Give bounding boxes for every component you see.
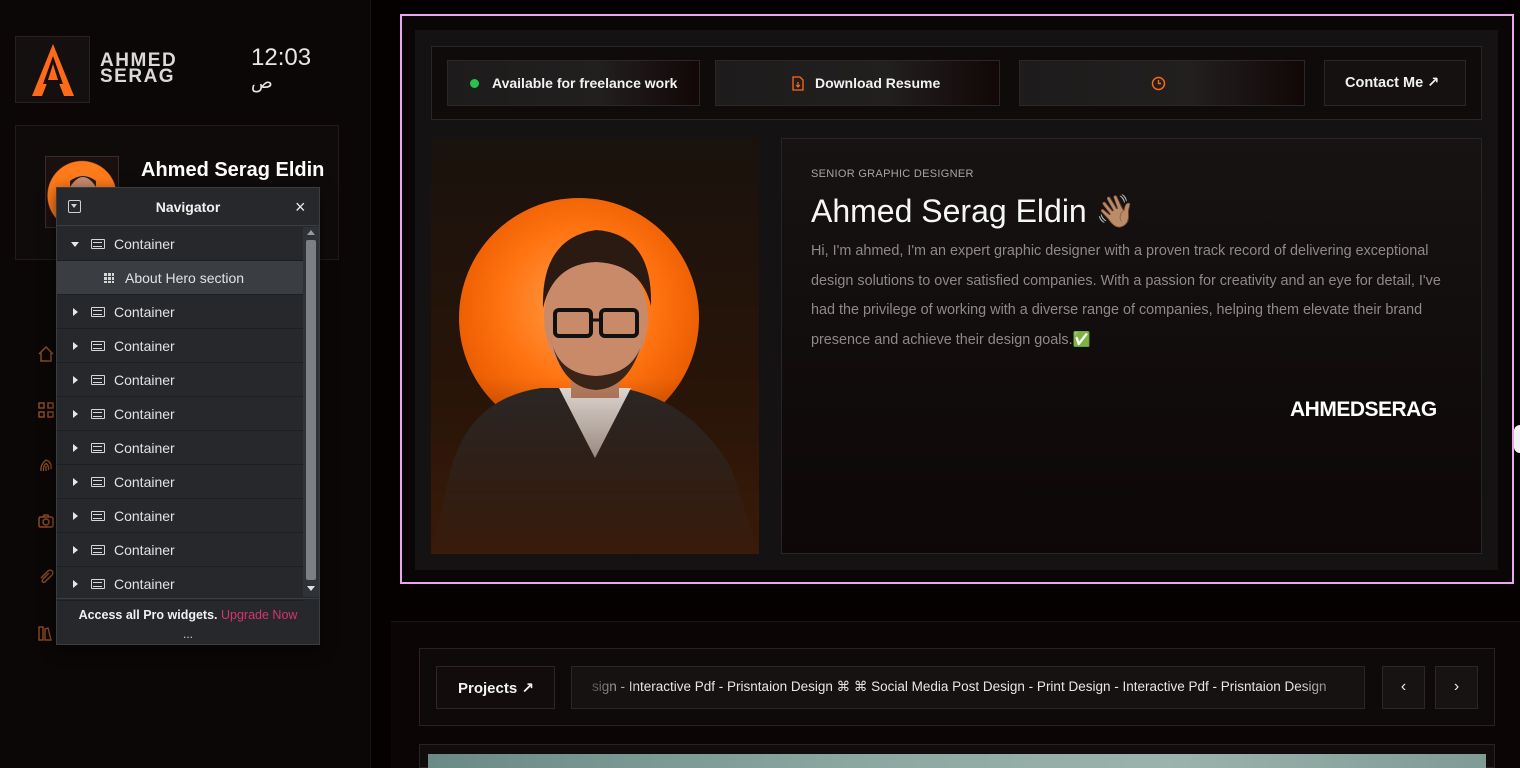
chevron-right-icon[interactable]: [73, 308, 78, 316]
container-icon: [91, 307, 105, 317]
fingerprint-icon[interactable]: [36, 455, 56, 475]
container-icon: [91, 375, 105, 385]
chevron-right-icon[interactable]: [73, 478, 78, 486]
container-icon: [91, 443, 105, 453]
nav-row-label: Container: [114, 406, 175, 422]
grid-icon[interactable]: [36, 400, 56, 420]
nav-row-label: Container: [114, 508, 175, 524]
profile-name: Ahmed Serag Eldin: [141, 159, 325, 181]
status-dot: [470, 79, 479, 88]
nav-row-container[interactable]: Container: [57, 397, 303, 431]
download-resume-button[interactable]: Download Resume: [715, 60, 1000, 106]
marquee-fade-right: [1294, 667, 1364, 708]
chevron-right-icon[interactable]: [73, 444, 78, 452]
logo-mark-icon: [31, 43, 74, 96]
contact-me-label: Contact Me ↗: [1345, 75, 1440, 91]
marquee-text: sign - Interactive Pdf - Prisntaion Desi…: [592, 679, 1327, 694]
navigator-panel: Navigator × Container About Hero section…: [56, 187, 320, 645]
next-button[interactable]: ›: [1435, 666, 1478, 709]
role-label: SENIOR GRAPHIC DESIGNER: [811, 168, 974, 180]
availability-text: Available for freelance work: [492, 75, 678, 91]
nav-row-about-hero[interactable]: About Hero section: [57, 261, 303, 295]
close-icon[interactable]: ×: [295, 197, 306, 218]
nav-row-container[interactable]: Container: [57, 465, 303, 499]
signature-logo: AHMEDSERAG: [1290, 398, 1437, 421]
more-dots[interactable]: ...: [57, 628, 319, 640]
navigator-scrollbar[interactable]: [303, 227, 319, 597]
container-icon: [91, 511, 105, 521]
books-icon[interactable]: [36, 623, 56, 643]
nav-row-label: Container: [114, 576, 175, 592]
projects-button-label: Projects ↗: [458, 680, 534, 697]
chevron-right-icon[interactable]: [73, 342, 78, 350]
logo[interactable]: [15, 36, 90, 103]
document-icon: [792, 76, 804, 91]
scroll-down-icon[interactable]: [307, 586, 315, 591]
upgrade-now-link[interactable]: Upgrade Now: [221, 608, 297, 622]
scroll-thumb[interactable]: [306, 240, 316, 580]
availability-badge: Available for freelance work: [447, 60, 700, 106]
camera-icon[interactable]: [36, 511, 56, 531]
hero-photo: [431, 138, 759, 554]
widget-grid-icon: [104, 273, 114, 283]
chevron-right-icon[interactable]: [73, 580, 78, 588]
chevron-down-icon[interactable]: [71, 242, 79, 247]
chevron-right-icon[interactable]: [73, 512, 78, 520]
container-icon: [91, 477, 105, 487]
nav-row-container[interactable]: Container: [57, 533, 303, 567]
container-icon: [91, 545, 105, 555]
nav-row-container[interactable]: Container: [57, 567, 303, 601]
clock-icon: [1151, 76, 1166, 91]
portrait-image: [431, 198, 759, 554]
chevron-right-icon[interactable]: [73, 410, 78, 418]
brand-line-2: SERAG: [100, 66, 176, 87]
nav-row-label: Container: [114, 304, 175, 320]
edge-handle[interactable]: [1514, 425, 1520, 453]
navigator-header: Navigator ×: [57, 188, 319, 226]
prev-button[interactable]: ‹: [1382, 666, 1425, 709]
nav-row-label: Container: [114, 338, 175, 354]
nav-row-label: Container: [114, 474, 175, 490]
project-thumbnail[interactable]: [428, 754, 1486, 768]
container-icon: [91, 239, 105, 249]
nav-row-container[interactable]: Container: [57, 227, 303, 261]
services-marquee: sign - Interactive Pdf - Prisntaion Desi…: [571, 666, 1365, 709]
projects-button[interactable]: Projects ↗: [436, 666, 555, 709]
nav-row-container[interactable]: Container: [57, 329, 303, 363]
hero-bio: Hi, I'm ahmed, I'm an expert graphic des…: [811, 243, 1441, 348]
nav-row-label: Container: [114, 372, 175, 388]
marquee-fade-left: [572, 667, 642, 708]
clock-button[interactable]: [1019, 60, 1305, 106]
nav-row-container[interactable]: Container: [57, 295, 303, 329]
chevron-right-icon[interactable]: [73, 376, 78, 384]
chevron-right-icon[interactable]: [73, 546, 78, 554]
container-icon: [91, 409, 105, 419]
hero-name: Ahmed Serag Eldin 👋🏽: [811, 193, 1136, 229]
container-icon: [91, 579, 105, 589]
nav-row-container[interactable]: Container: [57, 431, 303, 465]
nav-row-label: Container: [114, 440, 175, 456]
pro-widgets-text: Access all Pro widgets.: [78, 608, 218, 622]
clock-time: 12:03: [251, 44, 312, 71]
nav-row-label: Container: [114, 542, 175, 558]
contact-me-button[interactable]: Contact Me ↗: [1324, 60, 1466, 106]
download-resume-label: Download Resume: [815, 75, 941, 91]
nav-row-container[interactable]: Container: [57, 363, 303, 397]
home-icon[interactable]: [36, 344, 56, 364]
nav-row-container[interactable]: Container: [57, 499, 303, 533]
navigator-title: Navigator: [155, 199, 221, 215]
brand-name: AHMED SERAG: [100, 51, 177, 87]
nav-row-label: About Hero section: [125, 270, 245, 286]
scroll-up-icon[interactable]: [307, 230, 315, 235]
clock-period: ص: [251, 72, 273, 92]
container-icon: [91, 341, 105, 351]
paperclip-icon[interactable]: [36, 567, 56, 587]
nav-row-label: Container: [114, 236, 175, 252]
